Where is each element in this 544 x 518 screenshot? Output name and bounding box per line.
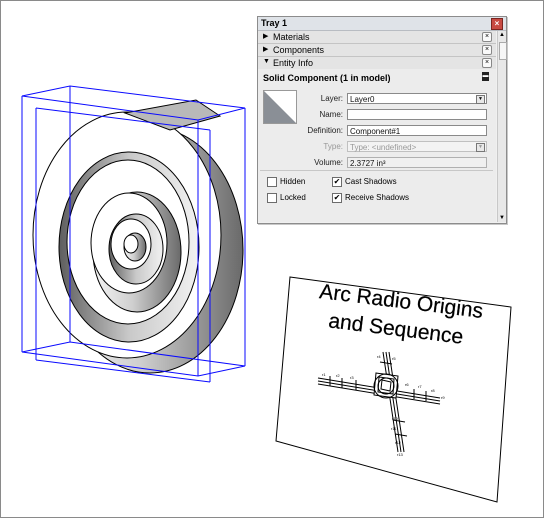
scroll-thumb[interactable] — [499, 42, 507, 60]
section-components[interactable]: ▶ Components × — [258, 44, 496, 57]
type-value: Type: <undefined> — [350, 143, 417, 152]
close-icon[interactable]: × — [482, 45, 492, 55]
locked-checkbox[interactable] — [267, 193, 277, 203]
scroll-down-icon[interactable]: ▼ — [498, 214, 506, 222]
divider — [260, 170, 493, 171]
section-label: Components — [273, 45, 325, 55]
receive-shadows-label: Receive Shadows — [345, 193, 410, 202]
cast-shadows-checkbox[interactable]: ✔ — [332, 177, 342, 187]
layer-select[interactable]: Layer0 ▼ — [347, 93, 487, 104]
hidden-label: Hidden — [280, 177, 306, 186]
triangle-right-icon: ▶ — [263, 33, 269, 40]
tray-scrollbar[interactable]: ▲ ▼ — [497, 31, 507, 222]
locked-label: Locked — [280, 193, 306, 202]
diagram-label: r11 — [391, 426, 397, 431]
close-icon[interactable]: × — [482, 58, 492, 68]
layer-label: Layer: — [320, 94, 343, 103]
definition-field[interactable]: Component#1 — [347, 125, 487, 136]
triangle-down-icon: ▼ — [263, 58, 270, 65]
entity-info-body: Solid Component (1 in model) ▬ Layer: La… — [258, 69, 496, 222]
tray-panel: Tray 1 × ▶ Materials × ▶ Components × ▼ … — [257, 16, 507, 224]
volume-field: 2.3727 in³ — [347, 157, 487, 168]
section-materials[interactable]: ▶ Materials × — [258, 31, 496, 44]
section-label: Materials — [273, 32, 310, 42]
name-field[interactable] — [347, 109, 487, 120]
triangle-right-icon: ▶ — [263, 46, 269, 53]
layer-value: Layer0 — [350, 95, 375, 104]
chevron-down-icon: ▼ — [476, 143, 485, 152]
diagram-label: r13 — [397, 452, 404, 457]
tray-title: Tray 1 — [261, 18, 288, 28]
type-label: Type: — [323, 142, 343, 151]
entity-info-header: Solid Component (1 in model) — [263, 73, 391, 83]
details-toggle-icon[interactable]: ▬ — [482, 72, 489, 81]
section-label: Entity Info — [273, 58, 314, 68]
tray-title-bar[interactable]: Tray 1 × — [258, 17, 506, 31]
diagram-label: r10 — [392, 416, 399, 421]
chevron-down-icon[interactable]: ▼ — [476, 95, 485, 104]
name-label: Name: — [319, 110, 343, 119]
volume-label: Volume: — [314, 158, 343, 167]
close-icon[interactable]: × — [482, 32, 492, 42]
type-select: Type: <undefined> ▼ — [347, 141, 487, 152]
close-icon[interactable]: × — [491, 18, 503, 30]
definition-label: Definition: — [307, 126, 343, 135]
cast-shadows-label: Cast Shadows — [345, 177, 397, 186]
hidden-checkbox[interactable] — [267, 177, 277, 187]
scroll-up-icon[interactable]: ▲ — [498, 31, 506, 39]
diagram-label: r12 — [395, 440, 402, 445]
receive-shadows-checkbox[interactable]: ✔ — [332, 193, 342, 203]
